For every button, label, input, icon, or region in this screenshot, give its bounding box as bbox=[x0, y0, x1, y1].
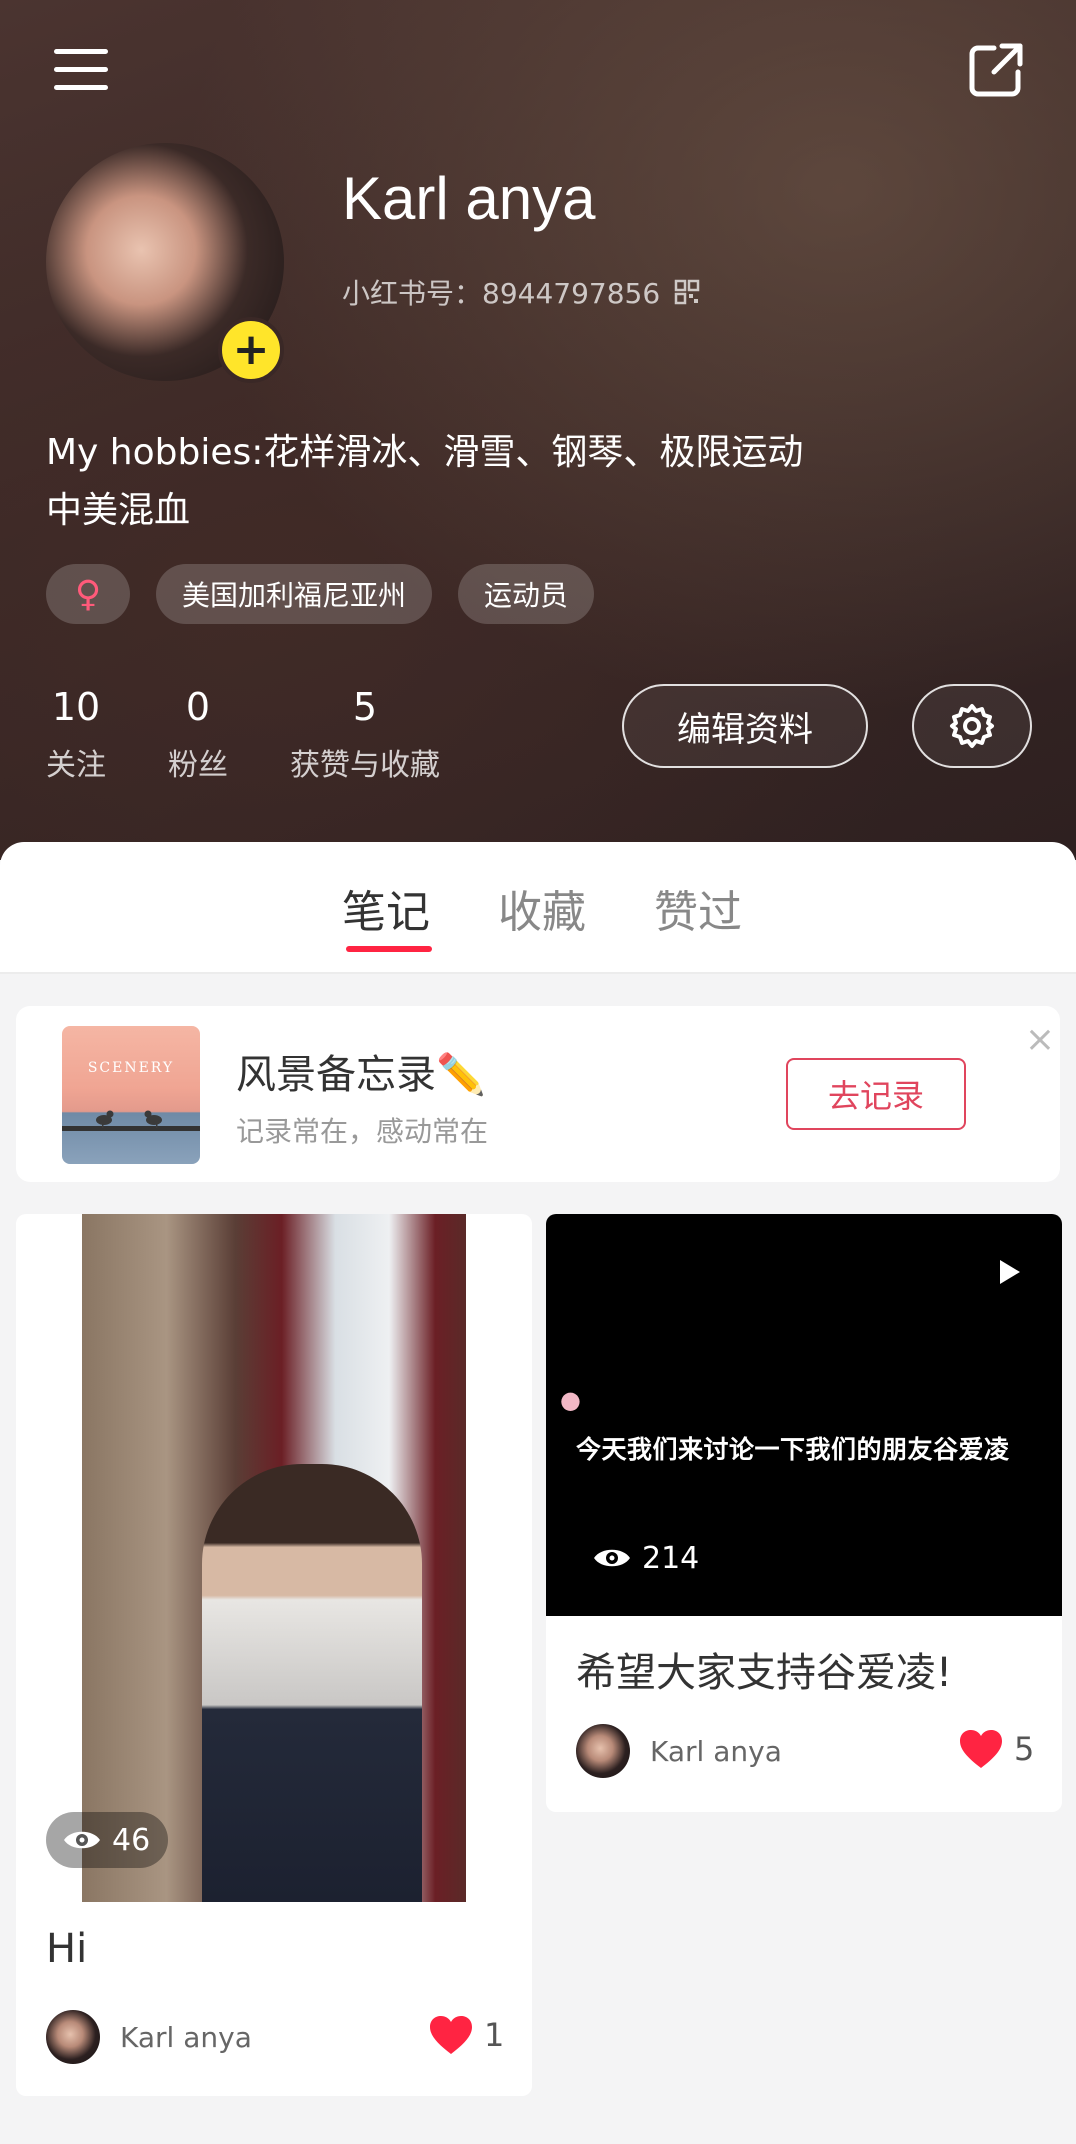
post-title: 希望大家支持谷爱凌! bbox=[576, 1650, 953, 1696]
author-name: Karl anya bbox=[120, 2020, 252, 2054]
tab-collections[interactable]: 收藏 bbox=[498, 876, 586, 940]
rednote-id[interactable]: 小红书号：8944797856 bbox=[342, 272, 700, 312]
bio-line-2: 中美混血 bbox=[46, 490, 191, 531]
view-count: 46 bbox=[112, 1822, 151, 1858]
post-author[interactable]: Karl anya bbox=[46, 2010, 252, 2064]
play-icon bbox=[1000, 1260, 1020, 1284]
gear-icon bbox=[950, 704, 994, 748]
tab-notes[interactable]: 笔记 bbox=[342, 876, 430, 940]
post-card[interactable]: ● 今天我们来讨论一下我们的朋友谷爱凌 214 希望大家支持谷爱凌! Karl … bbox=[546, 1214, 1062, 1812]
profile-stats: 10 关注 0 粉丝 5 获赞与收藏 bbox=[46, 684, 502, 784]
close-icon[interactable]: × bbox=[1020, 1020, 1060, 1060]
post-card[interactable]: 46 Hi Karl anya 1 bbox=[16, 1214, 532, 2096]
settings-button[interactable] bbox=[912, 684, 1032, 768]
scenery-memo-banner[interactable]: SCENERY 风景备忘录✏️ 记录常在，感动常在 去记录 × bbox=[16, 1006, 1060, 1182]
profile-avatar-container[interactable]: + bbox=[46, 143, 288, 385]
bio-line-1: My hobbies:花样滑冰、滑雪、钢琴、极限运动 bbox=[46, 432, 804, 473]
banner-subtitle: 记录常在，感动常在 bbox=[236, 1115, 489, 1148]
content-tabs: 笔记 收藏 赞过 bbox=[0, 842, 1076, 974]
likes-collections-stat[interactable]: 5 获赞与收藏 bbox=[290, 684, 440, 784]
add-avatar-badge[interactable]: + bbox=[218, 317, 284, 383]
following-stat[interactable]: 10 关注 bbox=[46, 684, 106, 784]
heart-icon bbox=[960, 1730, 1002, 1768]
following-label: 关注 bbox=[46, 748, 106, 783]
likes-collections-label: 获赞与收藏 bbox=[290, 748, 440, 783]
like-button[interactable]: 5 bbox=[958, 1728, 1034, 1770]
author-avatar bbox=[576, 1724, 630, 1778]
post-title: Hi bbox=[46, 1926, 88, 1972]
profile-tags: ♀ 美国加利福尼亚州 运动员 bbox=[46, 564, 595, 624]
username: Karl anya bbox=[342, 165, 596, 232]
active-tab-indicator bbox=[346, 946, 432, 952]
view-count-badge: 214 bbox=[576, 1530, 717, 1586]
banner-title: 风景备忘录✏️ bbox=[236, 1052, 486, 1098]
gender-tag: ♀ bbox=[46, 564, 130, 624]
rednote-id-text: 小红书号：8944797856 bbox=[342, 277, 661, 310]
seagulls-image bbox=[62, 1110, 200, 1131]
like-count: 1 bbox=[484, 2016, 505, 2054]
video-caption: 今天我们来讨论一下我们的朋友谷爱凌 bbox=[576, 1435, 1010, 1464]
view-count: 214 bbox=[642, 1540, 700, 1576]
view-count-badge: 46 bbox=[46, 1812, 169, 1868]
like-count: 5 bbox=[1014, 1730, 1035, 1768]
occupation-tag: 运动员 bbox=[458, 564, 595, 624]
eye-icon bbox=[64, 1831, 100, 1849]
author-name: Karl anya bbox=[650, 1734, 782, 1768]
go-record-button[interactable]: 去记录 bbox=[786, 1058, 966, 1130]
qr-code-icon[interactable] bbox=[674, 279, 700, 305]
paw-icon: ● bbox=[560, 1386, 581, 1414]
bio: My hobbies:花样滑冰、滑雪、钢琴、极限运动 中美混血 bbox=[46, 424, 926, 540]
post-author[interactable]: Karl anya bbox=[576, 1724, 782, 1778]
share-icon[interactable] bbox=[958, 32, 1034, 108]
eye-icon bbox=[594, 1549, 630, 1567]
followers-count: 0 bbox=[185, 685, 211, 729]
scenery-thumbnail: SCENERY bbox=[62, 1026, 200, 1164]
followers-stat[interactable]: 0 粉丝 bbox=[168, 684, 228, 784]
edit-profile-button[interactable]: 编辑资料 bbox=[622, 684, 868, 768]
following-count: 10 bbox=[51, 685, 101, 729]
author-avatar bbox=[46, 2010, 100, 2064]
post-video-cover: ● 今天我们来讨论一下我们的朋友谷爱凌 214 bbox=[546, 1214, 1062, 1616]
heart-icon bbox=[430, 2016, 472, 2054]
profile-header: + Karl anya 小红书号：8944797856 My hobbies:花… bbox=[0, 0, 1076, 860]
followers-label: 粉丝 bbox=[168, 748, 228, 783]
post-photo-figure bbox=[202, 1464, 422, 1902]
tab-liked[interactable]: 赞过 bbox=[654, 876, 742, 940]
menu-icon[interactable] bbox=[46, 40, 116, 100]
location-tag: 美国加利福尼亚州 bbox=[156, 564, 433, 624]
post-photo bbox=[82, 1214, 466, 1902]
likes-collections-count: 5 bbox=[352, 685, 378, 729]
like-button[interactable]: 1 bbox=[428, 2014, 504, 2056]
